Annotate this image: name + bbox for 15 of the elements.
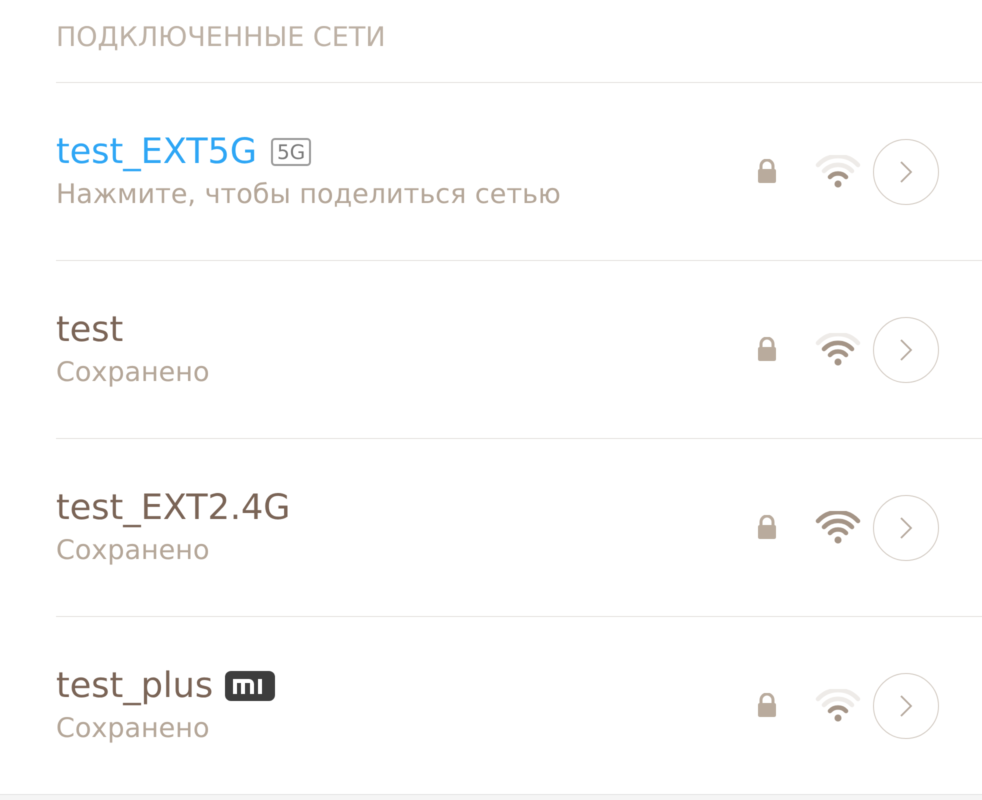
network-name: test xyxy=(56,308,124,352)
chevron-right-icon xyxy=(899,516,913,540)
network-status: Сохранено xyxy=(56,712,210,746)
chevron-right-icon xyxy=(899,160,913,184)
router-logo-icon xyxy=(225,670,276,700)
chevron-right-icon xyxy=(899,694,913,718)
network-name: test_EXT5G xyxy=(56,130,257,174)
network-status: Сохранено xyxy=(56,534,210,568)
chevron-right-icon xyxy=(899,338,913,362)
network-name: test_plus xyxy=(56,664,214,708)
section-title: ПОДКЛЮЧЕННЫЕ СЕТИ xyxy=(56,21,386,51)
network-status: Сохранено xyxy=(56,356,210,390)
network-status: Нажмите, чтобы поделиться сетью xyxy=(56,178,562,212)
band-tag: 5G xyxy=(270,138,312,166)
network-name: test_EXT2.4G xyxy=(56,486,290,530)
